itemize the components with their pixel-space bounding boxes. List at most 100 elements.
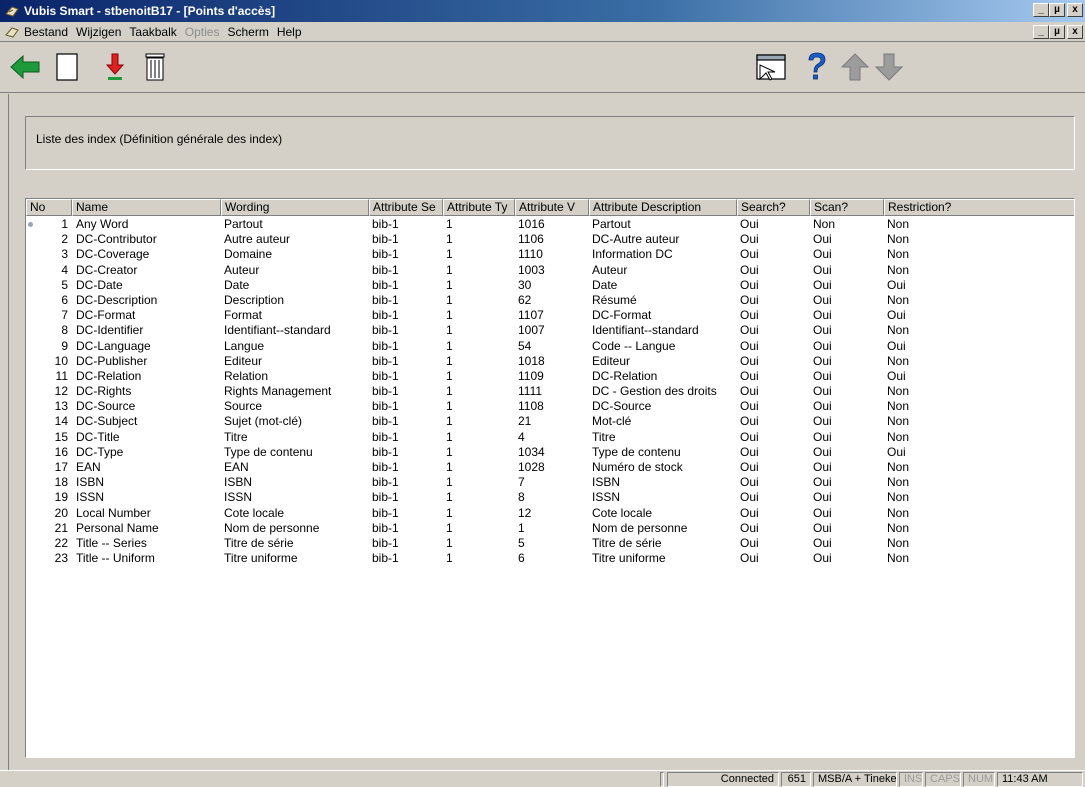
cell-name: DC-Identifier bbox=[76, 323, 144, 338]
table-row[interactable]: 16 DC-Type Type de contenu bib-1 1 1034 Type d… bbox=[26, 444, 1074, 460]
cell-attribute-type: 1 bbox=[446, 262, 453, 277]
table-row[interactable]: 13 DC-Source Source bib-1 1 1108 DC-Source Oui O… bbox=[26, 399, 1074, 414]
col-attribute-type[interactable]: Attribute Ty bbox=[443, 199, 515, 216]
table-row[interactable]: 10 DC-Publisher Editeur bib-1 1 1018 Editeur Ou… bbox=[26, 353, 1074, 369]
table-row[interactable]: 3 DC-Coverage Domaine bib-1 1 1110 Information… bbox=[26, 247, 1074, 262]
cell-wording: Description bbox=[224, 292, 285, 307]
table-row[interactable]: 23 Title -- Uniform Titre uniforme bib-1 1 6 T… bbox=[26, 551, 1074, 566]
cell-name: DC-Format bbox=[76, 308, 136, 323]
index-table[interactable]: No Name Wording Attribute Se Attribute T… bbox=[25, 198, 1075, 758]
col-attribute-value[interactable]: Attribute V bbox=[515, 199, 589, 216]
cell-wording: Langue bbox=[224, 338, 265, 353]
table-row[interactable]: 21 Personal Name Nom de personne bib-1 1 1 Nom… bbox=[26, 520, 1074, 536]
move-up-button[interactable] bbox=[838, 49, 872, 85]
cell-restriction: Oui bbox=[887, 277, 906, 292]
table-row[interactable]: 11 DC-Relation Relation bib-1 1 1109 DC-Relati… bbox=[26, 368, 1074, 384]
cell-attribute-type: 1 bbox=[446, 384, 453, 399]
table-row[interactable]: 15 DC-Title Titre bib-1 1 4 Titre Oui Oui Non bbox=[26, 429, 1074, 445]
col-scan[interactable]: Scan? bbox=[810, 199, 884, 216]
cell-no: 10 bbox=[54, 353, 68, 368]
cell-wording: EAN bbox=[224, 460, 249, 474]
title-bar: Vubis Smart - stbenoitB17 - [Points d'ac… bbox=[0, 0, 1085, 22]
menu-scherm[interactable]: Scherm bbox=[227, 25, 268, 39]
document-menu-icon[interactable] bbox=[4, 24, 20, 40]
help-button[interactable] bbox=[800, 49, 834, 85]
cell-attribute-set: bib-1 bbox=[372, 338, 399, 353]
cell-restriction: Oui bbox=[887, 444, 906, 459]
cell-scan: Oui bbox=[813, 414, 832, 429]
cell-attribute-value: 1028 bbox=[518, 460, 545, 474]
col-search[interactable]: Search? bbox=[737, 199, 810, 216]
cell-scan: Oui bbox=[813, 444, 832, 459]
move-down-button[interactable] bbox=[872, 49, 906, 85]
cell-search: Oui bbox=[740, 475, 759, 490]
table-row[interactable]: 4 DC-Creator Auteur bib-1 1 1003 Auteur Oui Oui N… bbox=[26, 262, 1074, 278]
col-wording[interactable]: Wording bbox=[221, 199, 369, 216]
col-name[interactable]: Name bbox=[72, 199, 221, 216]
cell-attribute-value: 5 bbox=[518, 535, 525, 550]
table-row[interactable]: 22 Title -- Series Titre de série bib-1 1 5 Ti… bbox=[26, 535, 1074, 551]
menu-wijzigen[interactable]: Wijzigen bbox=[76, 25, 121, 39]
mdi-minimize-button[interactable]: _ bbox=[1033, 25, 1049, 39]
col-attribute-description[interactable]: Attribute Description bbox=[589, 199, 737, 216]
cell-no: 6 bbox=[61, 292, 68, 307]
back-arrow-icon bbox=[10, 54, 40, 80]
cell-attribute-description: Numéro de stock bbox=[592, 460, 683, 474]
cell-no: 11 bbox=[55, 368, 68, 383]
window-select-button[interactable] bbox=[754, 49, 788, 85]
table-row[interactable]: 12 DC-Rights Rights Management bib-1 1 1111 DC… bbox=[26, 384, 1074, 399]
new-button[interactable] bbox=[50, 49, 84, 85]
cell-restriction: Non bbox=[887, 429, 910, 444]
table-row[interactable]: 17 EAN EAN bib-1 1 1028 Numéro de stock Oui Oui N… bbox=[26, 460, 1074, 475]
cell-attribute-set: bib-1 bbox=[372, 551, 399, 566]
delete-button[interactable] bbox=[138, 49, 172, 85]
maximize-button[interactable]: µ bbox=[1049, 3, 1065, 17]
menu-taakbalk[interactable]: Taakbalk bbox=[129, 25, 176, 39]
col-attribute-set[interactable]: Attribute Se bbox=[369, 199, 443, 216]
cell-wording: ISSN bbox=[224, 490, 253, 505]
cell-search: Oui bbox=[740, 505, 759, 520]
table-row[interactable]: 5 DC-Date Date bib-1 1 30 Date Oui Oui Oui bbox=[26, 277, 1074, 293]
cell-wording: Rights Management bbox=[224, 384, 332, 399]
cell-attribute-set: bib-1 bbox=[372, 232, 399, 247]
table-row[interactable]: 20 Local Number Cote locale bib-1 1 12 Cote lo… bbox=[26, 505, 1074, 521]
table-row[interactable]: 14 DC-Subject Sujet (mot-clé) bib-1 1 21 Mot-c… bbox=[26, 414, 1074, 429]
cell-restriction: Non bbox=[887, 323, 910, 338]
table-row[interactable]: 18 ISBN ISBN bib-1 1 7 ISBN Oui Oui Non bbox=[26, 475, 1074, 490]
mdi-restore-button[interactable]: µ bbox=[1049, 25, 1065, 39]
cell-no: 14 bbox=[54, 414, 68, 429]
menu-help[interactable]: Help bbox=[277, 25, 302, 39]
cell-attribute-description: DC - Gestion des droits bbox=[592, 384, 717, 399]
table-row[interactable]: 6 DC-Description Description bib-1 1 62 Résumé… bbox=[26, 292, 1074, 308]
cell-restriction: Non bbox=[887, 460, 910, 474]
cell-search: Oui bbox=[740, 460, 759, 474]
close-button[interactable]: x bbox=[1067, 3, 1083, 17]
cell-scan: Oui bbox=[813, 308, 832, 323]
download-button[interactable] bbox=[98, 49, 132, 85]
col-no[interactable]: No bbox=[26, 199, 72, 216]
table-row[interactable]: 9 DC-Language Langue bib-1 1 54 Code -- Langue… bbox=[26, 338, 1074, 354]
table-row[interactable]: 2 DC-Contributor Autre auteur bib-1 1 1106 DC-… bbox=[26, 232, 1074, 247]
cell-search: Oui bbox=[740, 277, 759, 292]
cell-restriction: Non bbox=[887, 292, 910, 307]
cell-name: DC-Coverage bbox=[76, 247, 150, 262]
table-row[interactable]: 8 DC-Identifier Identifiant--standard bib-1… bbox=[26, 323, 1074, 338]
table-row[interactable]: 1 Any Word Partout bib-1 1 1016 Partout Oui Non N… bbox=[26, 217, 1074, 232]
cell-attribute-set: bib-1 bbox=[372, 384, 399, 399]
cell-restriction: Non bbox=[887, 551, 910, 566]
table-row[interactable]: 7 DC-Format Format bib-1 1 1107 DC-Format Oui Ou… bbox=[26, 308, 1074, 323]
menu-bestand[interactable]: Bestand bbox=[24, 25, 68, 39]
cell-restriction: Non bbox=[887, 217, 910, 231]
table-row[interactable]: 19 ISSN ISSN bib-1 1 8 ISSN Oui Oui Non bbox=[26, 490, 1074, 505]
cell-restriction: Non bbox=[887, 520, 910, 535]
col-restriction[interactable]: Restriction? bbox=[884, 199, 1074, 216]
cell-attribute-type: 1 bbox=[446, 217, 453, 231]
mdi-close-button[interactable]: x bbox=[1067, 25, 1083, 39]
cell-scan: Oui bbox=[813, 520, 832, 535]
cell-attribute-set: bib-1 bbox=[372, 414, 399, 429]
minimize-button[interactable]: _ bbox=[1033, 3, 1049, 17]
cell-no: 19 bbox=[54, 490, 68, 505]
back-button[interactable] bbox=[8, 49, 42, 85]
cell-attribute-description: Information DC bbox=[592, 247, 673, 262]
menu-opties[interactable]: Opties bbox=[185, 25, 220, 39]
